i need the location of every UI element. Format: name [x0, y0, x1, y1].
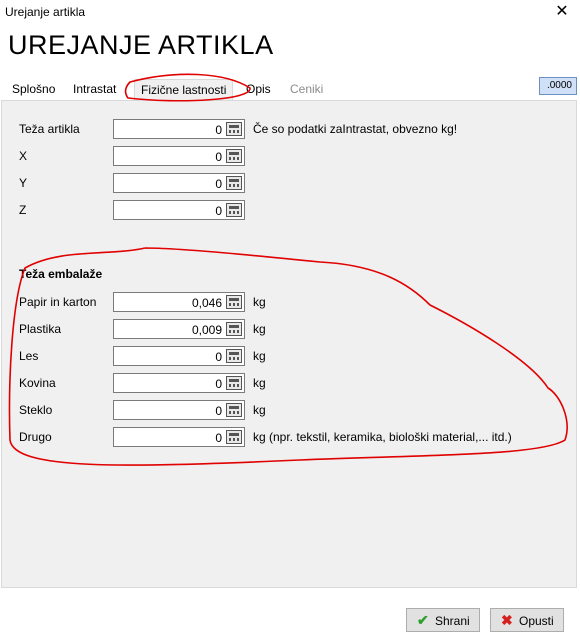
- checkmark-icon: ✔: [417, 612, 429, 628]
- weight-input[interactable]: 0: [113, 119, 245, 139]
- title-bar: Urejanje artikla ✕: [0, 0, 580, 24]
- status-badge: .0000: [539, 77, 577, 95]
- calculator-icon[interactable]: [226, 376, 242, 390]
- unit-label: kg: [253, 322, 266, 336]
- weight-label: Teža artikla: [19, 122, 80, 136]
- paper-label: Papir in karton: [19, 295, 97, 309]
- dimension-x-label: X: [19, 149, 28, 163]
- paper-value: 0,046: [191, 296, 222, 310]
- tab-fizicne-lastnosti[interactable]: Fizične lastnosti: [134, 79, 234, 100]
- glass-input[interactable]: 0: [113, 400, 245, 420]
- tab-panel: Teža artikla 0 Če so podatki zaIntrastat…: [1, 100, 577, 588]
- calculator-icon[interactable]: [226, 430, 242, 444]
- tab-splosno[interactable]: Splošno: [12, 82, 55, 96]
- dimension-y-input[interactable]: 0: [113, 173, 245, 193]
- window-title: Urejanje artikla: [5, 5, 86, 19]
- calculator-icon[interactable]: [226, 349, 242, 363]
- unit-label: kg: [253, 349, 266, 363]
- dimension-y-value: 0: [215, 177, 222, 191]
- packaging-section-title: Teža embalaže: [19, 267, 103, 281]
- dimension-y-row: Y 0: [2, 173, 578, 193]
- packaging-row: Steklo 0 kg: [2, 400, 578, 420]
- wood-input[interactable]: 0: [113, 346, 245, 366]
- packaging-row: Drugo 0 kg (npr. tekstil, keramika, biol…: [2, 427, 578, 447]
- dimension-z-row: Z 0: [2, 200, 578, 220]
- save-button-label: Shrani: [435, 614, 470, 628]
- metal-input[interactable]: 0: [113, 373, 245, 393]
- unit-label: kg: [253, 295, 266, 309]
- plastic-input[interactable]: 0,009: [113, 319, 245, 339]
- calculator-icon[interactable]: [226, 295, 242, 309]
- calculator-icon[interactable]: [226, 322, 242, 336]
- cancel-button-label: Opusti: [519, 614, 554, 628]
- glass-label: Steklo: [19, 403, 53, 417]
- calculator-icon[interactable]: [226, 403, 242, 417]
- cancel-button[interactable]: ✖ Opusti: [490, 608, 564, 632]
- metal-label: Kovina: [19, 376, 56, 390]
- dimension-x-input[interactable]: 0: [113, 146, 245, 166]
- plastic-label: Plastika: [19, 322, 62, 336]
- other-input[interactable]: 0: [113, 427, 245, 447]
- packaging-row: Les 0 kg: [2, 346, 578, 366]
- calculator-icon[interactable]: [226, 203, 242, 217]
- unit-label: kg: [253, 403, 266, 417]
- weight-value: 0: [215, 123, 222, 137]
- calculator-icon[interactable]: [226, 176, 242, 190]
- x-icon: ✖: [501, 612, 513, 628]
- plastic-value: 0,009: [191, 323, 222, 337]
- metal-value: 0: [215, 377, 222, 391]
- other-value: 0: [215, 431, 222, 445]
- other-note: kg (npr. tekstil, keramika, biološki mat…: [253, 430, 512, 444]
- paper-input[interactable]: 0,046: [113, 292, 245, 312]
- tab-opis[interactable]: Opis: [246, 82, 271, 96]
- dimension-x-row: X 0: [2, 146, 578, 166]
- wood-value: 0: [215, 350, 222, 364]
- packaging-row: Plastika 0,009 kg: [2, 319, 578, 339]
- dimension-z-label: Z: [19, 203, 27, 217]
- wood-label: Les: [19, 349, 39, 363]
- tab-bar: Splošno Intrastat Fizične lastnosti Opis…: [0, 78, 580, 100]
- close-icon[interactable]: ✕: [547, 1, 577, 23]
- page-title: UREJANJE ARTIKLA: [8, 30, 274, 60]
- unit-label: kg: [253, 376, 266, 390]
- calculator-icon[interactable]: [226, 149, 242, 163]
- dimension-z-input[interactable]: 0: [113, 200, 245, 220]
- tab-ceniki[interactable]: Ceniki: [290, 82, 323, 96]
- dimension-x-value: 0: [215, 150, 222, 164]
- other-label: Drugo: [19, 430, 52, 444]
- calculator-icon[interactable]: [226, 122, 242, 136]
- dimension-z-value: 0: [215, 204, 222, 218]
- save-button[interactable]: ✔ Shrani: [406, 608, 480, 632]
- tab-intrastat[interactable]: Intrastat: [73, 82, 116, 96]
- packaging-row: Papir in karton 0,046 kg: [2, 292, 578, 312]
- weight-note: Če so podatki zaIntrastat, obvezno kg!: [253, 122, 458, 136]
- glass-value: 0: [215, 404, 222, 418]
- dimension-y-label: Y: [19, 176, 28, 190]
- weight-row: Teža artikla 0 Če so podatki zaIntrastat…: [2, 119, 578, 139]
- packaging-row: Kovina 0 kg: [2, 373, 578, 393]
